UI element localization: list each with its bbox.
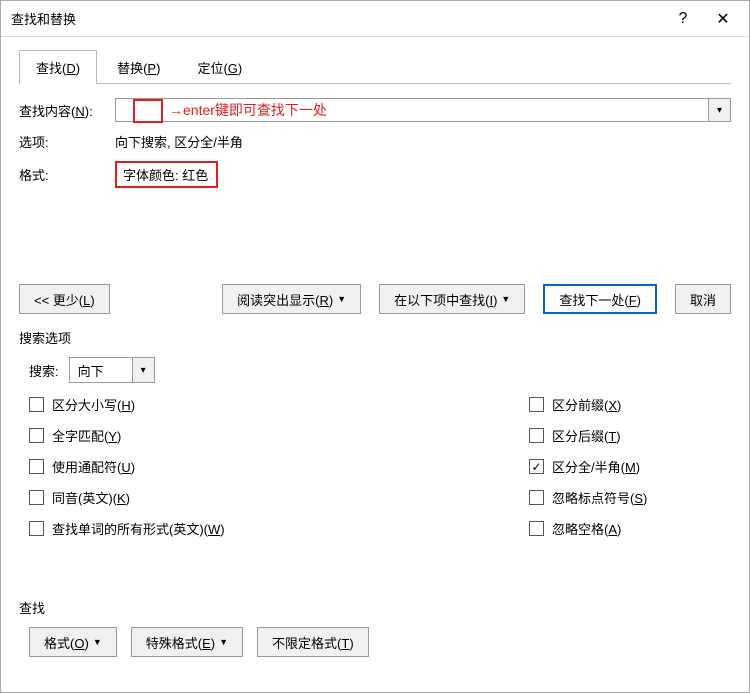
- less-button[interactable]: << 更少(L): [19, 284, 110, 314]
- no-format-button[interactable]: 不限定格式(T): [257, 627, 369, 657]
- dialog-title: 查找和替换: [11, 9, 663, 28]
- special-format-button[interactable]: 特殊格式(E)▼: [131, 627, 243, 657]
- find-replace-dialog: 查找和替换 ? ✕ 查找(D) 替换(P) 定位(G) 查找内容(N): ▾ →…: [0, 0, 750, 693]
- action-buttons-row: << 更少(L) 阅读突出显示(R)▼ 在以下项中查找(I)▼ 查找下一处(F)…: [19, 284, 731, 314]
- search-options-title: 搜索选项: [19, 328, 731, 347]
- format-row: 格式: 字体颜色: 红色: [19, 161, 731, 188]
- tab-goto[interactable]: 定位(G): [180, 50, 259, 84]
- format-label: 格式:: [19, 165, 115, 184]
- match-prefix-checkbox[interactable]: 区分前缀(X): [529, 395, 647, 414]
- search-direction-value: 向下: [70, 358, 132, 382]
- find-next-button[interactable]: 查找下一处(F): [543, 284, 657, 314]
- checkbox-icon: [29, 428, 44, 443]
- caret-down-icon: ▼: [219, 637, 228, 647]
- checkbox-icon: [529, 428, 544, 443]
- help-button[interactable]: ?: [663, 5, 703, 33]
- options-grid: 区分大小写(H) 全字匹配(Y) 使用通配符(U) 同音(英文)(K) 查找单词…: [29, 395, 731, 538]
- find-section-label: 查找: [19, 598, 731, 617]
- find-content-dropdown[interactable]: ▾: [709, 98, 731, 122]
- full-half-width-checkbox[interactable]: 区分全/半角(M): [529, 457, 647, 476]
- close-button[interactable]: ✕: [703, 5, 743, 33]
- caret-down-icon: ▼: [501, 294, 510, 304]
- cancel-button[interactable]: 取消: [675, 284, 731, 314]
- checkbox-icon: [529, 490, 544, 505]
- checkbox-icon: [529, 521, 544, 536]
- options-row: 选项: 向下搜索, 区分全/半角: [19, 132, 731, 151]
- dialog-body: 查找(D) 替换(P) 定位(G) 查找内容(N): ▾ →enter键即可查找…: [1, 37, 749, 669]
- checkbox-icon: [29, 490, 44, 505]
- titlebar: 查找和替换 ? ✕: [1, 1, 749, 37]
- reading-highlight-button[interactable]: 阅读突出显示(R)▼: [222, 284, 361, 314]
- checkbox-icon: [529, 397, 544, 412]
- format-buttons-row: 格式(O)▼ 特殊格式(E)▼ 不限定格式(T): [29, 627, 731, 657]
- chevron-down-icon: ▾: [132, 358, 154, 382]
- checkbox-checked-icon: [529, 459, 544, 474]
- checkbox-icon: [29, 397, 44, 412]
- tab-bar: 查找(D) 替换(P) 定位(G): [19, 49, 731, 84]
- caret-down-icon: ▼: [337, 294, 346, 304]
- whole-word-checkbox[interactable]: 全字匹配(Y): [29, 426, 529, 445]
- checkbox-icon: [29, 459, 44, 474]
- tab-replace[interactable]: 替换(P): [100, 50, 177, 84]
- format-button[interactable]: 格式(O)▼: [29, 627, 117, 657]
- find-content-input[interactable]: [115, 98, 709, 122]
- search-direction-row: 搜索: 向下 ▾: [29, 357, 731, 383]
- format-value: 字体颜色: 红色: [115, 161, 218, 188]
- search-direction-label: 搜索:: [29, 361, 59, 380]
- options-value: 向下搜索, 区分全/半角: [115, 132, 243, 151]
- options-label: 选项:: [19, 132, 115, 151]
- match-case-checkbox[interactable]: 区分大小写(H): [29, 395, 529, 414]
- checkbox-icon: [29, 521, 44, 536]
- all-forms-checkbox[interactable]: 查找单词的所有形式(英文)(W): [29, 519, 529, 538]
- find-content-label: 查找内容(N):: [19, 101, 115, 120]
- tab-find[interactable]: 查找(D): [19, 50, 97, 84]
- ignore-punctuation-checkbox[interactable]: 忽略标点符号(S): [529, 488, 647, 507]
- wildcards-checkbox[interactable]: 使用通配符(U): [29, 457, 529, 476]
- sounds-like-checkbox[interactable]: 同音(英文)(K): [29, 488, 529, 507]
- find-content-row: 查找内容(N): ▾: [19, 98, 731, 122]
- ignore-whitespace-checkbox[interactable]: 忽略空格(A): [529, 519, 647, 538]
- caret-down-icon: ▼: [93, 637, 102, 647]
- find-in-button[interactable]: 在以下项中查找(I)▼: [379, 284, 525, 314]
- match-suffix-checkbox[interactable]: 区分后缀(T): [529, 426, 647, 445]
- search-direction-select[interactable]: 向下 ▾: [69, 357, 155, 383]
